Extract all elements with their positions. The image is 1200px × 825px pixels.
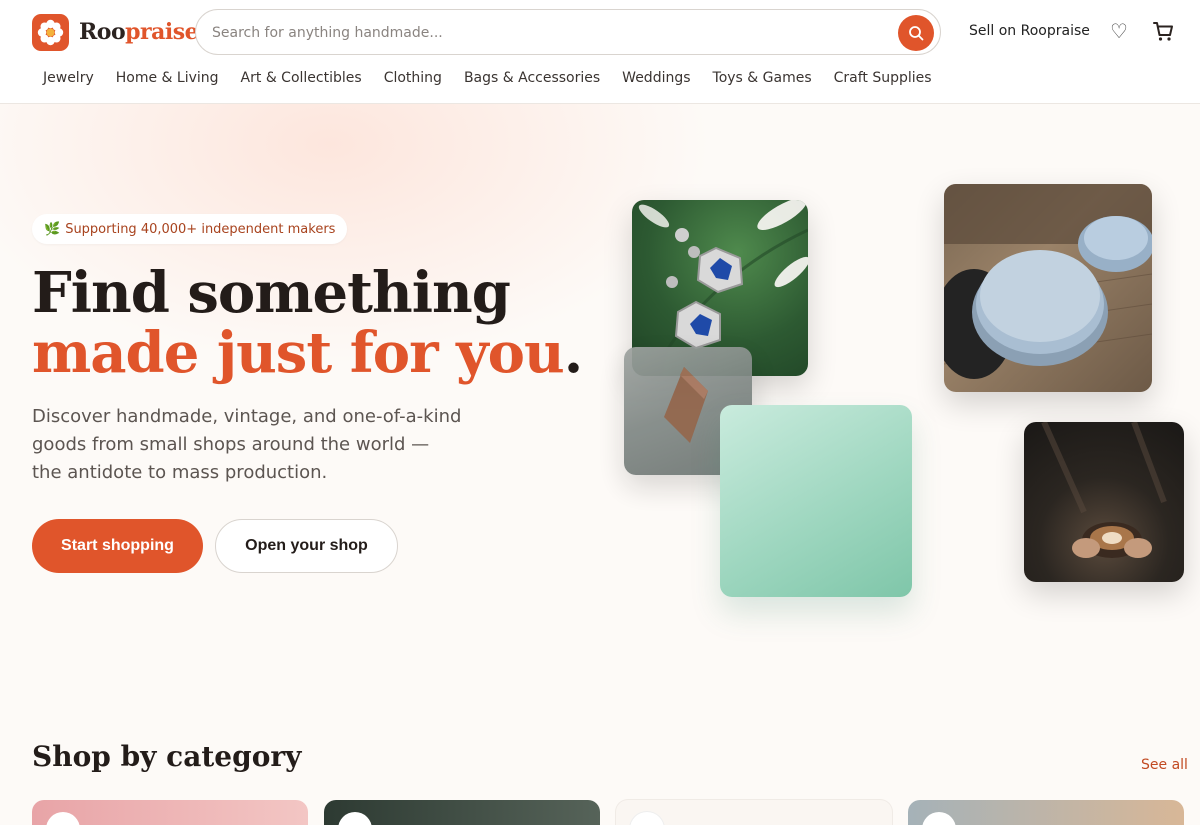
search-button[interactable] [898, 15, 934, 51]
brand-name: Roopraise [79, 19, 199, 45]
latte-photo [1024, 422, 1184, 582]
category-icon [46, 812, 80, 825]
mint-product-photo [720, 405, 912, 597]
nav-item-clothing[interactable]: Clothing [384, 70, 442, 90]
nav-item-jewelry[interactable]: Jewelry [43, 70, 94, 90]
ceramic-plates-photo [944, 184, 1152, 392]
headline-text: Find something [32, 260, 511, 326]
brand-name-part1: Roo [79, 19, 126, 45]
category-card[interactable] [324, 800, 600, 825]
flower-logo-icon [32, 13, 69, 51]
hero-headline: Find something made just for you. [32, 263, 612, 383]
category-card[interactable] [616, 800, 892, 825]
leaf-icon: 🌿 [44, 221, 61, 237]
makers-badge: 🌿 Supporting 40,000+ independent makers [32, 214, 348, 244]
nav-item-art-collectibles[interactable]: Art & Collectibles [241, 70, 362, 90]
top-header: Roopraise Sell on Roopraise ♡ Jewelry Ho… [0, 0, 1200, 104]
start-shopping-button[interactable]: Start shopping [32, 519, 203, 573]
category-icon [338, 812, 372, 825]
search-icon [909, 26, 924, 41]
open-shop-button[interactable]: Open your shop [215, 519, 398, 573]
headline-highlight: made just for you [32, 320, 565, 386]
badge-text: Supporting 40,000+ independent makers [65, 221, 336, 237]
nav-item-craft-supplies[interactable]: Craft Supplies [834, 70, 932, 90]
category-nav: Jewelry Home & Living Art & Collectibles… [32, 70, 943, 90]
category-icon [922, 812, 956, 825]
brand-logo[interactable]: Roopraise [32, 13, 199, 51]
nav-item-weddings[interactable]: Weddings [622, 70, 690, 90]
brand-name-part2: praise [125, 19, 199, 45]
sell-link[interactable]: Sell on Roopraise [969, 23, 1090, 39]
nav-item-bags-accessories[interactable]: Bags & Accessories [464, 70, 600, 90]
nav-item-toys-games[interactable]: Toys & Games [713, 70, 812, 90]
nav-item-home-living[interactable]: Home & Living [116, 70, 219, 90]
hero-subcopy: Discover handmade, vintage, and one-of-a… [32, 406, 462, 483]
category-card[interactable] [32, 800, 308, 825]
category-card[interactable] [908, 800, 1184, 825]
cart-icon[interactable] [1152, 20, 1174, 42]
headline-period: . [563, 320, 583, 386]
see-all-link[interactable]: See all [1141, 757, 1188, 773]
search-input[interactable] [212, 22, 872, 44]
heart-icon[interactable]: ♡ [1110, 20, 1130, 42]
section-title: Shop by category [32, 740, 302, 773]
search-bar [195, 9, 941, 55]
category-icon [630, 812, 664, 825]
